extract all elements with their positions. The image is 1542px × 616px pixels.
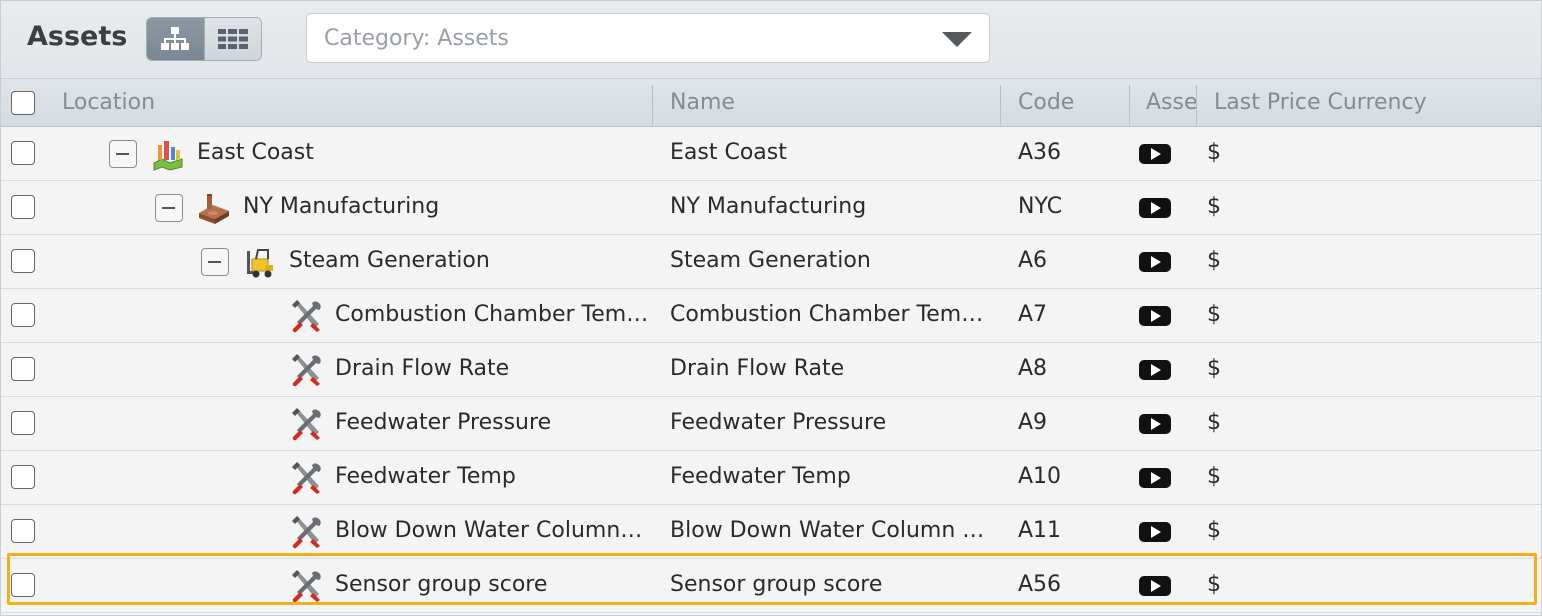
code-cell: A10	[1018, 464, 1062, 489]
name-cell: Feedwater Temp	[670, 464, 851, 489]
grid-icon	[217, 29, 248, 49]
code-cell: A11	[1018, 518, 1062, 543]
currency-cell: $	[1207, 356, 1221, 381]
currency-cell: $	[1207, 410, 1221, 435]
factory-icon	[197, 191, 231, 225]
column-header-asset[interactable]: Asset	[1146, 79, 1196, 127]
column-header-location[interactable]: Location	[62, 79, 647, 127]
column-divider[interactable]	[652, 85, 653, 125]
currency-cell: $	[1207, 248, 1221, 273]
grid-view-button[interactable]	[203, 18, 261, 60]
name-cell: East Coast	[670, 140, 787, 165]
code-cell: A56	[1018, 572, 1062, 597]
asset-play-icon[interactable]	[1139, 468, 1171, 488]
column-divider[interactable]	[1129, 85, 1130, 125]
code-cell: NYC	[1018, 194, 1063, 219]
category-dropdown-value: Category: Assets	[324, 26, 509, 51]
code-cell: A9	[1018, 410, 1048, 435]
location-cell: Combustion Chamber Temperature	[335, 302, 649, 327]
location-cell: Feedwater Temp	[335, 464, 516, 489]
row-checkbox[interactable]	[11, 195, 35, 219]
page-title: Assets	[27, 21, 128, 52]
region-map-icon	[151, 137, 185, 171]
collapse-toggle-icon[interactable]	[155, 194, 183, 222]
table-row[interactable]: Feedwater Temp Feedwater Temp A10 $	[1, 451, 1541, 505]
column-header-code[interactable]: Code	[1018, 79, 1123, 127]
tools-icon	[289, 299, 323, 333]
asset-play-icon[interactable]	[1139, 306, 1171, 326]
assets-panel: Assets Category: Assets Location Name Co…	[0, 0, 1542, 616]
table-row[interactable]: NY Manufacturing NY Manufacturing NYC $	[1, 181, 1541, 235]
row-checkbox[interactable]	[11, 357, 35, 381]
tools-icon	[289, 353, 323, 387]
location-cell: Drain Flow Rate	[335, 356, 510, 381]
code-cell: A6	[1018, 248, 1048, 273]
name-cell: Feedwater Pressure	[670, 410, 887, 435]
currency-cell: $	[1207, 194, 1221, 219]
currency-cell: $	[1207, 140, 1221, 165]
select-all-checkbox[interactable]	[11, 91, 35, 115]
code-cell: A8	[1018, 356, 1048, 381]
column-divider[interactable]	[1196, 85, 1197, 125]
location-cell: Sensor group score	[335, 572, 548, 597]
code-cell: A7	[1018, 302, 1048, 327]
row-checkbox[interactable]	[11, 519, 35, 543]
asset-play-icon[interactable]	[1139, 252, 1171, 272]
dropdown-arrow-icon[interactable]	[942, 32, 972, 47]
category-dropdown[interactable]: Category: Assets	[306, 13, 990, 63]
location-cell: NY Manufacturing	[243, 194, 440, 219]
name-cell: Drain Flow Rate	[670, 356, 845, 381]
asset-play-icon[interactable]	[1139, 360, 1171, 380]
row-checkbox[interactable]	[11, 303, 35, 327]
location-cell: Steam Generation	[289, 248, 490, 273]
tools-icon	[289, 461, 323, 495]
toolbar: Assets Category: Assets	[1, 1, 1541, 79]
table-row[interactable]: Combustion Chamber Temperature Combustion…	[1, 289, 1541, 343]
currency-cell: $	[1207, 302, 1221, 327]
location-cell: Feedwater Pressure	[335, 410, 552, 435]
column-header-name[interactable]: Name	[670, 79, 995, 127]
asset-play-icon[interactable]	[1139, 144, 1171, 164]
name-cell: Steam Generation	[670, 248, 871, 273]
row-checkbox[interactable]	[11, 465, 35, 489]
row-checkbox[interactable]	[11, 411, 35, 435]
table-row[interactable]: Steam Generation Steam Generation A6 $	[1, 235, 1541, 289]
table-row[interactable]: Sensor group score Sensor group score A56 $	[1, 559, 1541, 613]
name-cell: Combustion Chamber Temperature	[670, 302, 988, 327]
tools-icon	[289, 515, 323, 549]
currency-cell: $	[1207, 464, 1221, 489]
row-checkbox[interactable]	[11, 573, 35, 597]
tree-view-button[interactable]	[147, 18, 204, 60]
table-row[interactable]: East Coast East Coast A36 $	[1, 127, 1541, 181]
collapse-toggle-icon[interactable]	[109, 140, 137, 168]
tools-icon	[289, 569, 323, 603]
column-divider[interactable]	[1000, 85, 1001, 125]
row-checkbox[interactable]	[11, 141, 35, 165]
currency-cell: $	[1207, 572, 1221, 597]
location-cell: Blow Down Water Column Level	[335, 518, 649, 543]
asset-play-icon[interactable]	[1139, 522, 1171, 542]
asset-play-icon[interactable]	[1139, 576, 1171, 596]
tools-icon	[289, 407, 323, 441]
location-cell: East Coast	[197, 140, 314, 165]
name-cell: NY Manufacturing	[670, 194, 867, 219]
forklift-icon	[243, 245, 277, 279]
name-cell: Sensor group score	[670, 572, 883, 597]
name-cell: Blow Down Water Column Level	[670, 518, 988, 543]
row-checkbox[interactable]	[11, 249, 35, 273]
column-header-last-price-currency[interactable]: Last Price Currency	[1214, 79, 1534, 127]
table-header: Location Name Code Asset Last Price Curr…	[1, 79, 1541, 127]
asset-play-icon[interactable]	[1139, 414, 1171, 434]
view-mode-toggle	[146, 17, 262, 61]
collapse-toggle-icon[interactable]	[201, 248, 229, 276]
table-row[interactable]: Blow Down Water Column Level Blow Down Wa…	[1, 505, 1541, 559]
hierarchy-icon	[161, 27, 190, 50]
currency-cell: $	[1207, 518, 1221, 543]
code-cell: A36	[1018, 140, 1062, 165]
table-row[interactable]: Feedwater Pressure Feedwater Pressure A9 $	[1, 397, 1541, 451]
table-row[interactable]: Drain Flow Rate Drain Flow Rate A8 $	[1, 343, 1541, 397]
asset-play-icon[interactable]	[1139, 198, 1171, 218]
